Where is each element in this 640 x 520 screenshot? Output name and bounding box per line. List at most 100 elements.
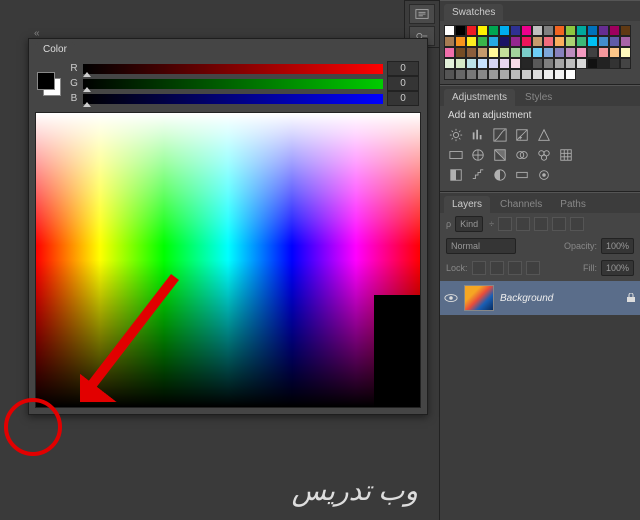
threshold-icon[interactable] bbox=[492, 168, 508, 182]
swatches-grid[interactable] bbox=[440, 21, 640, 84]
selective-color-icon[interactable] bbox=[536, 168, 552, 182]
blend-mode-select[interactable]: Normal bbox=[446, 238, 516, 254]
exposure-icon[interactable] bbox=[514, 128, 530, 142]
opacity-value[interactable]: 100% bbox=[601, 238, 634, 254]
swatch[interactable] bbox=[466, 36, 477, 47]
swatch[interactable] bbox=[510, 36, 521, 47]
swatch[interactable] bbox=[620, 58, 631, 69]
blue-slider[interactable] bbox=[83, 94, 383, 104]
swatch[interactable] bbox=[609, 47, 620, 58]
channel-mixer-icon[interactable] bbox=[536, 148, 552, 162]
swatch[interactable] bbox=[609, 36, 620, 47]
green-slider[interactable] bbox=[83, 79, 383, 89]
gradient-map-icon[interactable] bbox=[514, 168, 530, 182]
filter-shape-icon[interactable] bbox=[552, 217, 566, 231]
swatch[interactable] bbox=[532, 36, 543, 47]
swatch[interactable] bbox=[455, 58, 466, 69]
swatch[interactable] bbox=[576, 47, 587, 58]
swatch[interactable] bbox=[543, 69, 554, 80]
swatch[interactable] bbox=[444, 69, 455, 80]
swatch[interactable] bbox=[565, 47, 576, 58]
lock-pixels-icon[interactable] bbox=[490, 261, 504, 275]
swatch[interactable] bbox=[510, 47, 521, 58]
layer-thumbnail[interactable] bbox=[464, 285, 494, 311]
swatch[interactable] bbox=[598, 25, 609, 36]
swatch[interactable] bbox=[510, 58, 521, 69]
swatch[interactable] bbox=[455, 36, 466, 47]
swatch[interactable] bbox=[521, 47, 532, 58]
tab-channels[interactable]: Channels bbox=[492, 196, 550, 213]
fg-bg-swatch[interactable] bbox=[37, 72, 61, 96]
swatch[interactable] bbox=[532, 47, 543, 58]
swatch[interactable] bbox=[554, 69, 565, 80]
tab-swatches[interactable]: Swatches bbox=[444, 4, 503, 21]
swatch[interactable] bbox=[477, 36, 488, 47]
filter-kind-select[interactable]: Kind bbox=[455, 216, 483, 232]
fill-value[interactable]: 100% bbox=[601, 260, 634, 276]
swatch[interactable] bbox=[565, 25, 576, 36]
swatch[interactable] bbox=[554, 36, 565, 47]
swatch[interactable] bbox=[554, 58, 565, 69]
swatch[interactable] bbox=[466, 25, 477, 36]
swatch[interactable] bbox=[587, 47, 598, 58]
tab-layers[interactable]: Layers bbox=[444, 196, 490, 213]
curves-icon[interactable] bbox=[492, 128, 508, 142]
swatch[interactable] bbox=[587, 58, 598, 69]
invert-icon[interactable] bbox=[448, 168, 464, 182]
swatch[interactable] bbox=[499, 69, 510, 80]
swatch[interactable] bbox=[598, 36, 609, 47]
color-spectrum[interactable] bbox=[35, 112, 421, 408]
levels-icon[interactable] bbox=[470, 128, 486, 142]
swatch[interactable] bbox=[521, 25, 532, 36]
tab-styles[interactable]: Styles bbox=[517, 89, 560, 106]
swatch[interactable] bbox=[554, 47, 565, 58]
swatch[interactable] bbox=[510, 25, 521, 36]
hue-icon[interactable] bbox=[448, 148, 464, 162]
swatch[interactable] bbox=[499, 25, 510, 36]
swatch[interactable] bbox=[455, 69, 466, 80]
foreground-color-swatch[interactable] bbox=[37, 72, 55, 90]
swatch[interactable] bbox=[488, 36, 499, 47]
swatch[interactable] bbox=[565, 69, 576, 80]
swatch[interactable] bbox=[576, 58, 587, 69]
filter-adjust-icon[interactable] bbox=[516, 217, 530, 231]
vibrance-icon[interactable] bbox=[536, 128, 552, 142]
swatch[interactable] bbox=[521, 58, 532, 69]
swatch[interactable] bbox=[587, 36, 598, 47]
tab-paths[interactable]: Paths bbox=[552, 196, 594, 213]
swatch[interactable] bbox=[532, 58, 543, 69]
swatch[interactable] bbox=[499, 36, 510, 47]
swatch[interactable] bbox=[521, 36, 532, 47]
swatch[interactable] bbox=[477, 25, 488, 36]
swatch[interactable] bbox=[521, 69, 532, 80]
swatch[interactable] bbox=[466, 58, 477, 69]
swatch[interactable] bbox=[444, 58, 455, 69]
photo-filter-icon[interactable] bbox=[514, 148, 530, 162]
swatch[interactable] bbox=[444, 36, 455, 47]
swatch[interactable] bbox=[587, 25, 598, 36]
swatch[interactable] bbox=[477, 69, 488, 80]
swatch[interactable] bbox=[576, 36, 587, 47]
filter-pixel-icon[interactable] bbox=[498, 217, 512, 231]
swatch[interactable] bbox=[466, 47, 477, 58]
tab-adjustments[interactable]: Adjustments bbox=[444, 89, 515, 106]
swatch[interactable] bbox=[543, 47, 554, 58]
visibility-icon[interactable] bbox=[444, 293, 458, 303]
history-icon[interactable] bbox=[409, 4, 435, 24]
swatch[interactable] bbox=[598, 58, 609, 69]
tab-color[interactable]: Color bbox=[35, 42, 75, 57]
swatch[interactable] bbox=[598, 47, 609, 58]
swatch[interactable] bbox=[477, 47, 488, 58]
layer-row-background[interactable]: Background bbox=[440, 281, 640, 315]
red-slider[interactable] bbox=[83, 64, 383, 74]
swatch[interactable] bbox=[466, 69, 477, 80]
swatch[interactable] bbox=[488, 69, 499, 80]
swatch[interactable] bbox=[620, 47, 631, 58]
color-balance-icon[interactable] bbox=[470, 148, 486, 162]
filter-smart-icon[interactable] bbox=[570, 217, 584, 231]
swatch[interactable] bbox=[609, 25, 620, 36]
swatch[interactable] bbox=[488, 25, 499, 36]
swatch[interactable] bbox=[455, 25, 466, 36]
lookup-icon[interactable] bbox=[558, 148, 574, 162]
bw-icon[interactable] bbox=[492, 148, 508, 162]
